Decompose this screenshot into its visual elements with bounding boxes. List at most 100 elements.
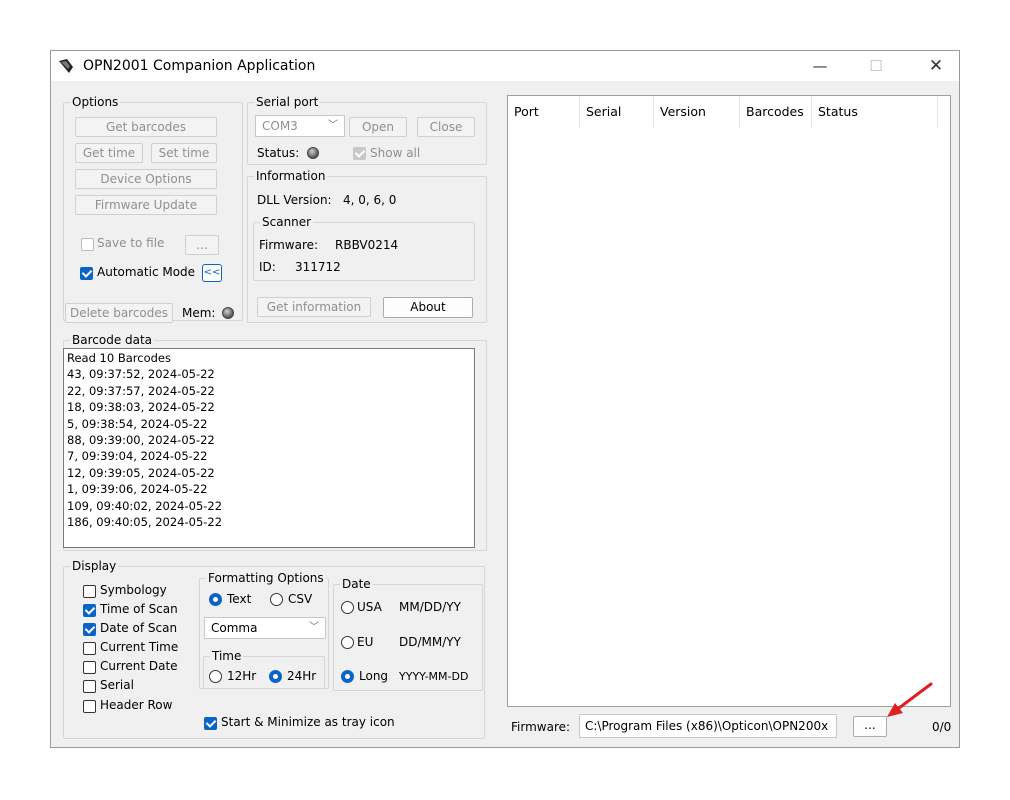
maximize-button[interactable]: ☐ — [853, 51, 899, 81]
24hr-label: 24Hr — [287, 669, 317, 683]
firmware-label: Firmware: — [259, 238, 319, 252]
display-option-checkbox[interactable] — [83, 661, 96, 674]
save-to-file-label: Save to file — [97, 236, 165, 250]
port-select-value: COM3 — [262, 119, 298, 133]
text-format-radio[interactable] — [209, 593, 222, 606]
usa-date-label: USA — [357, 600, 382, 614]
eu-date-radio[interactable] — [341, 636, 354, 649]
display-option-label: Current Date — [100, 659, 178, 673]
footer-firmware-label: Firmware: — [511, 720, 571, 734]
port-select[interactable]: COM3 ﹀ — [255, 115, 345, 137]
show-all-label: Show all — [370, 146, 421, 160]
barcode-line: 109, 09:40:02, 2024-05-22 — [67, 498, 223, 513]
options-legend: Options — [72, 95, 119, 109]
formatting-options-legend: Formatting Options — [208, 571, 324, 585]
firmware-value: RBBV0214 — [335, 238, 399, 252]
scanner-legend: Scanner — [262, 215, 312, 229]
window-title: OPN2001 Companion Application — [83, 58, 316, 74]
app-window: OPN2001 Companion Application — ☐ ✕ Opti… — [50, 50, 960, 748]
csv-format-radio[interactable] — [270, 593, 283, 606]
column-header[interactable]: Serial — [580, 96, 654, 128]
barcode-line: 7, 09:39:04, 2024-05-22 — [67, 449, 208, 464]
display-option-checkbox[interactable] — [83, 700, 96, 713]
time-format-legend: Time — [212, 649, 242, 663]
date-format-legend: Date — [342, 577, 371, 591]
display-legend: Display — [72, 559, 117, 573]
save-file-browse-button[interactable]: ... — [185, 235, 219, 255]
firmware-update-button[interactable]: Firmware Update — [75, 195, 217, 215]
progress-counter: 0/0 — [932, 720, 952, 734]
automatic-mode-label: Automatic Mode — [97, 265, 196, 279]
set-time-button[interactable]: Set time — [151, 143, 217, 163]
save-to-file-checkbox[interactable] — [81, 238, 94, 251]
delete-barcodes-button[interactable]: Delete barcodes — [65, 303, 173, 323]
mem-status-led-icon — [222, 307, 234, 319]
firmware-path-field[interactable]: C:\Program Files (x86)\Opticon\OPN200x — [579, 714, 837, 738]
scanner-id-label: ID: — [259, 260, 276, 274]
display-option-label: Header Row — [100, 698, 173, 712]
column-header[interactable]: Status — [812, 96, 938, 128]
scanner-icon — [59, 59, 73, 73]
separator-select[interactable]: Comma ﹀ — [204, 617, 326, 639]
24hr-radio[interactable] — [269, 670, 282, 683]
display-option-label: Current Time — [100, 640, 179, 654]
status-label: Status: — [257, 146, 300, 160]
get-barcodes-button[interactable]: Get barcodes — [75, 117, 217, 137]
barcode-line: 88, 09:39:00, 2024-05-22 — [67, 433, 215, 448]
minimize-button[interactable]: — — [797, 51, 843, 81]
barcode-line: 5, 09:38:54, 2024-05-22 — [67, 416, 208, 431]
device-options-button[interactable]: Device Options — [75, 169, 217, 189]
tray-icon-label: Start & Minimize as tray icon — [221, 715, 395, 729]
tray-icon-checkbox[interactable] — [204, 717, 217, 730]
display-option-checkbox[interactable] — [83, 623, 96, 636]
long-date-label: Long — [359, 669, 389, 683]
automatic-mode-checkbox[interactable] — [80, 267, 93, 280]
open-port-button[interactable]: Open — [349, 117, 407, 137]
scanner-id-value: 311712 — [295, 260, 341, 274]
column-header[interactable]: Barcodes — [740, 96, 812, 128]
separator-select-value: Comma — [211, 621, 258, 635]
display-option-checkbox[interactable] — [83, 585, 96, 598]
chevron-down-icon: ﹀ — [309, 622, 319, 633]
barcode-line: 12, 09:39:05, 2024-05-22 — [67, 465, 215, 480]
title-bar: OPN2001 Companion Application — ☐ ✕ — [51, 51, 959, 81]
display-option-label: Date of Scan — [100, 621, 178, 635]
barcode-line: 1, 09:39:06, 2024-05-22 — [67, 482, 208, 497]
display-option-checkbox[interactable] — [83, 642, 96, 655]
close-port-button[interactable]: Close — [417, 117, 475, 137]
dll-version-label: DLL Version: — [257, 193, 332, 207]
usa-date-radio[interactable] — [341, 601, 354, 614]
get-information-button[interactable]: Get information — [257, 297, 371, 317]
barcode-data-legend: Barcode data — [72, 333, 153, 347]
collapse-button[interactable]: << — [202, 264, 222, 282]
eu-date-format: DD/MM/YY — [399, 635, 461, 649]
12hr-radio[interactable] — [209, 670, 222, 683]
annotation-arrow-icon — [887, 682, 933, 717]
display-option-checkbox[interactable] — [83, 680, 96, 693]
csv-format-label: CSV — [288, 592, 313, 606]
close-window-button[interactable]: ✕ — [913, 51, 959, 81]
firmware-browse-button[interactable]: ... — [853, 716, 887, 737]
show-all-checkbox[interactable] — [353, 147, 366, 160]
barcode-data-textarea[interactable]: Read 10 Barcodes 43, 09:37:52, 2024-05-22… — [63, 348, 475, 548]
long-date-radio[interactable] — [341, 670, 354, 683]
chevron-down-icon: ﹀ — [328, 120, 338, 131]
port-status-led-icon — [307, 147, 319, 159]
display-option-checkbox[interactable] — [83, 604, 96, 617]
column-header[interactable]: Port — [508, 96, 580, 128]
barcode-line: 22, 09:37:57, 2024-05-22 — [67, 383, 215, 398]
get-time-button[interactable]: Get time — [75, 143, 143, 163]
devices-list[interactable]: Port Serial Version Barcodes Status — [507, 95, 951, 707]
display-option-label: Symbology — [100, 583, 167, 597]
information-legend: Information — [256, 169, 326, 183]
text-format-label: Text — [227, 592, 252, 606]
barcode-line: 18, 09:38:03, 2024-05-22 — [67, 400, 215, 415]
long-date-format: YYYY-MM-DD — [399, 670, 469, 683]
serial-port-legend: Serial port — [256, 95, 319, 109]
eu-date-label: EU — [357, 635, 374, 649]
usa-date-format: MM/DD/YY — [399, 600, 461, 614]
about-button[interactable]: About — [383, 297, 473, 318]
barcode-line: 186, 09:40:05, 2024-05-22 — [67, 515, 223, 530]
column-header[interactable]: Version — [654, 96, 740, 128]
barcode-line: 43, 09:37:52, 2024-05-22 — [67, 367, 215, 382]
